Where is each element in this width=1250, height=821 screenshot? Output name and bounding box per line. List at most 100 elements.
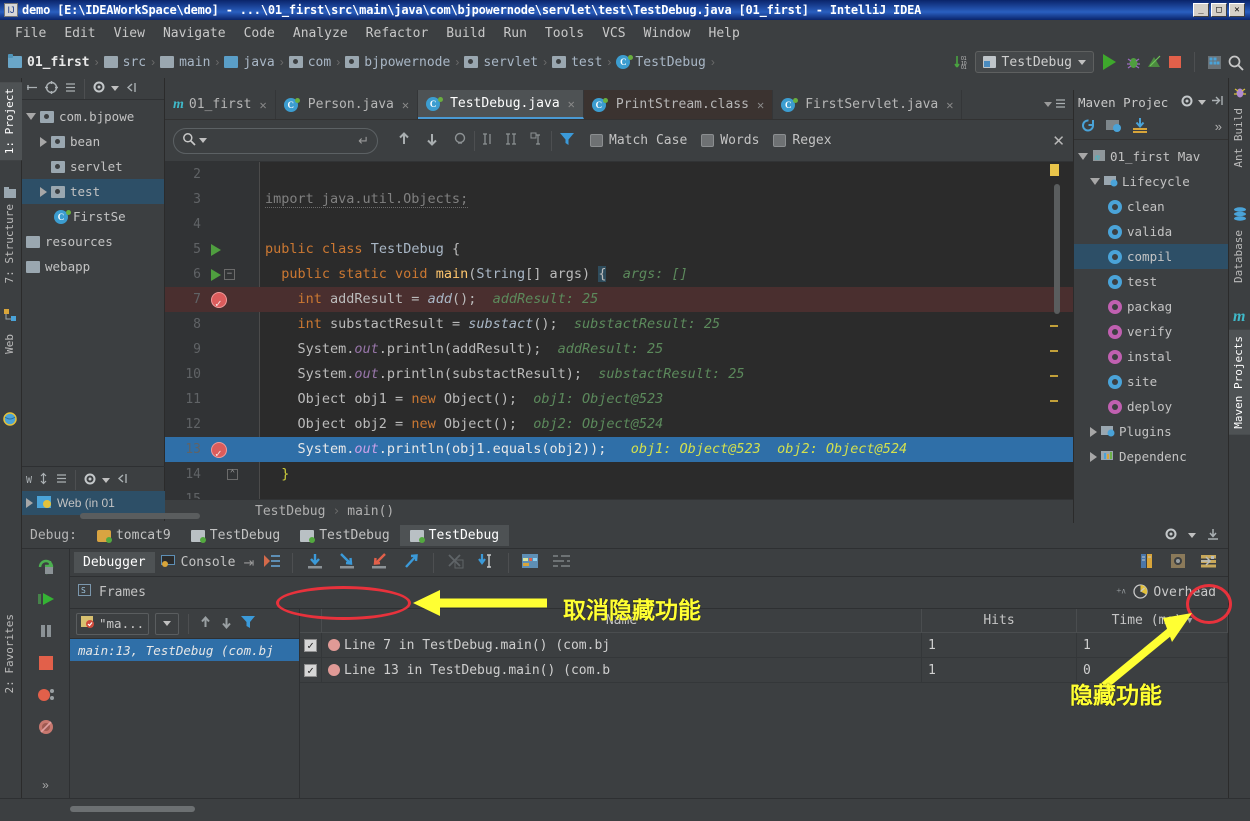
menu-view[interactable]: View bbox=[105, 24, 154, 43]
tab-person-java[interactable]: C Person.java ✕ bbox=[276, 90, 419, 119]
menu-tools[interactable]: Tools bbox=[536, 24, 593, 43]
tree-item-bean[interactable]: bean bbox=[22, 129, 164, 154]
download-sources-icon[interactable] bbox=[1131, 117, 1149, 137]
in-comments-icon[interactable] bbox=[505, 131, 521, 150]
menu-vcs[interactable]: VCS bbox=[593, 24, 634, 43]
row-checkbox-cell[interactable]: ✓ bbox=[300, 633, 322, 657]
tree-item-compile[interactable]: compil bbox=[1074, 244, 1228, 269]
force-step-into-icon[interactable] bbox=[369, 552, 389, 573]
tree-item-resources[interactable]: resources bbox=[22, 229, 164, 254]
row-checkbox-cell[interactable]: ✓ bbox=[300, 658, 322, 682]
thread-selector[interactable]: "ma... bbox=[76, 612, 150, 635]
tree-item-com-bjpowernode[interactable]: com.bjpowe bbox=[22, 104, 164, 129]
debug-settings-icon[interactable] bbox=[1140, 553, 1158, 572]
breadcrumb-src[interactable]: src bbox=[103, 55, 146, 70]
up-stack-icon[interactable] bbox=[198, 615, 213, 633]
show-execution-point-icon[interactable] bbox=[262, 552, 282, 573]
debugger-tab[interactable]: Debugger bbox=[74, 552, 155, 573]
evaluate-expression-icon[interactable] bbox=[521, 553, 540, 573]
tree-item-test[interactable]: test bbox=[22, 179, 164, 204]
in-literals-icon[interactable] bbox=[529, 131, 545, 150]
menu-edit[interactable]: Edit bbox=[55, 24, 104, 43]
stop-icon[interactable] bbox=[1167, 54, 1183, 70]
tree-item-test-goal[interactable]: test bbox=[1074, 269, 1228, 294]
search-input[interactable]: ↵ bbox=[173, 127, 378, 154]
close-icon[interactable]: ✕ bbox=[260, 98, 267, 112]
menu-navigate[interactable]: Navigate bbox=[154, 24, 235, 43]
breadcrumb-method[interactable]: main() bbox=[347, 504, 394, 519]
pause-program-icon[interactable] bbox=[36, 621, 56, 644]
close-icon[interactable]: ✕ bbox=[402, 98, 409, 112]
close-icon[interactable]: ✕ bbox=[757, 98, 764, 112]
editor-scrollbar[interactable] bbox=[1050, 162, 1061, 499]
pin-tab-icon[interactable]: ⇥ bbox=[243, 555, 254, 571]
expand-icon[interactable] bbox=[37, 472, 50, 488]
checkbox-box[interactable] bbox=[590, 134, 603, 147]
breadcrumb-bjpowernode[interactable]: bjpowernode bbox=[345, 55, 450, 70]
chevron-down-icon[interactable] bbox=[1188, 533, 1196, 538]
frame-list-item[interactable]: main:13, TestDebug (com.bj bbox=[70, 639, 299, 661]
close-icon[interactable]: ✕ bbox=[568, 97, 575, 111]
session-tab-testdebug-3[interactable]: TestDebug bbox=[399, 525, 510, 546]
sidebar-tab-structure[interactable]: 7: Structure bbox=[0, 198, 22, 289]
breadcrumb-com[interactable]: com bbox=[288, 55, 331, 70]
column-header-time[interactable]: Time (ms) ▼ bbox=[1077, 609, 1228, 632]
breadcrumb-test[interactable]: test bbox=[552, 55, 602, 70]
menu-run[interactable]: Run bbox=[494, 24, 535, 43]
breakpoint-icon[interactable] bbox=[211, 291, 227, 316]
minimize-button[interactable]: _ bbox=[1193, 3, 1209, 17]
code-editor[interactable]: 2 3 import java.util.Objects; 4 5 public… bbox=[165, 162, 1073, 499]
filter-icon[interactable] bbox=[558, 130, 576, 151]
stop-icon[interactable] bbox=[36, 653, 56, 676]
tab-firstservlet-java[interactable]: C FirstServlet.java ✕ bbox=[773, 90, 963, 119]
breadcrumb-testdebug[interactable]: C TestDebug bbox=[616, 55, 706, 70]
menu-code[interactable]: Code bbox=[235, 24, 284, 43]
step-into-icon[interactable] bbox=[337, 552, 357, 573]
down-stack-icon[interactable] bbox=[219, 615, 234, 633]
step-over-icon[interactable] bbox=[305, 552, 325, 573]
editor-horizontal-scrollbar[interactable] bbox=[80, 513, 200, 519]
session-tab-tomcat9[interactable]: tomcat9 bbox=[87, 525, 181, 546]
resume-program-icon[interactable] bbox=[36, 589, 56, 612]
chevron-down-icon[interactable] bbox=[111, 86, 119, 91]
breadcrumb-java[interactable]: java bbox=[224, 55, 275, 70]
more-icon[interactable]: » bbox=[42, 778, 49, 792]
hide-panel-icon[interactable] bbox=[115, 472, 128, 488]
chevron-right-icon[interactable] bbox=[40, 186, 47, 197]
menu-build[interactable]: Build bbox=[437, 24, 494, 43]
collapse-all-icon[interactable] bbox=[26, 81, 39, 97]
console-tab[interactable]: Console bbox=[155, 551, 242, 575]
mute-breakpoints-icon[interactable] bbox=[36, 717, 56, 740]
gear-icon[interactable] bbox=[1180, 94, 1194, 111]
drop-frame-icon[interactable] bbox=[446, 552, 465, 573]
chevron-down-icon[interactable] bbox=[102, 477, 111, 483]
fold-icon[interactable]: ⌃ bbox=[227, 469, 238, 480]
tree-item-validate[interactable]: valida bbox=[1074, 219, 1228, 244]
breadcrumb-01-first[interactable]: 01_first bbox=[8, 54, 90, 70]
bottom-horizontal-scrollbar[interactable] bbox=[70, 806, 195, 812]
chevron-down-icon[interactable] bbox=[26, 113, 36, 120]
menu-window[interactable]: Window bbox=[635, 24, 700, 43]
column-header-hits[interactable]: Hits bbox=[922, 609, 1077, 632]
checkbox-checked[interactable]: ✓ bbox=[304, 638, 317, 652]
menu-refactor[interactable]: Refactor bbox=[357, 24, 438, 43]
filter-icon[interactable] bbox=[240, 614, 257, 633]
step-out-icon[interactable] bbox=[401, 552, 421, 573]
hide-panel-icon[interactable] bbox=[124, 81, 137, 97]
tree-item-plugins[interactable]: Plugins bbox=[1074, 419, 1228, 444]
gear-icon[interactable] bbox=[92, 80, 106, 97]
menu-help[interactable]: Help bbox=[700, 24, 749, 43]
chevron-down-icon[interactable] bbox=[1090, 178, 1100, 185]
settings-gear-icon[interactable] bbox=[1170, 553, 1188, 572]
sidebar-tab-favorites[interactable]: 2: Favorites bbox=[0, 608, 22, 699]
tree-item-package[interactable]: packag bbox=[1074, 294, 1228, 319]
session-tab-testdebug-2[interactable]: TestDebug bbox=[290, 525, 399, 546]
tree-item-install[interactable]: instal bbox=[1074, 344, 1228, 369]
tree-item-webapp[interactable]: webapp bbox=[22, 254, 164, 279]
in-selection-icon[interactable] bbox=[481, 131, 497, 150]
words-checkbox[interactable]: Words bbox=[701, 133, 759, 148]
run-gutter-icon[interactable] bbox=[211, 243, 221, 256]
error-stripe-marker[interactable] bbox=[1050, 164, 1059, 176]
tree-item-site[interactable]: site bbox=[1074, 369, 1228, 394]
run-gutter-icon[interactable] bbox=[211, 268, 221, 281]
